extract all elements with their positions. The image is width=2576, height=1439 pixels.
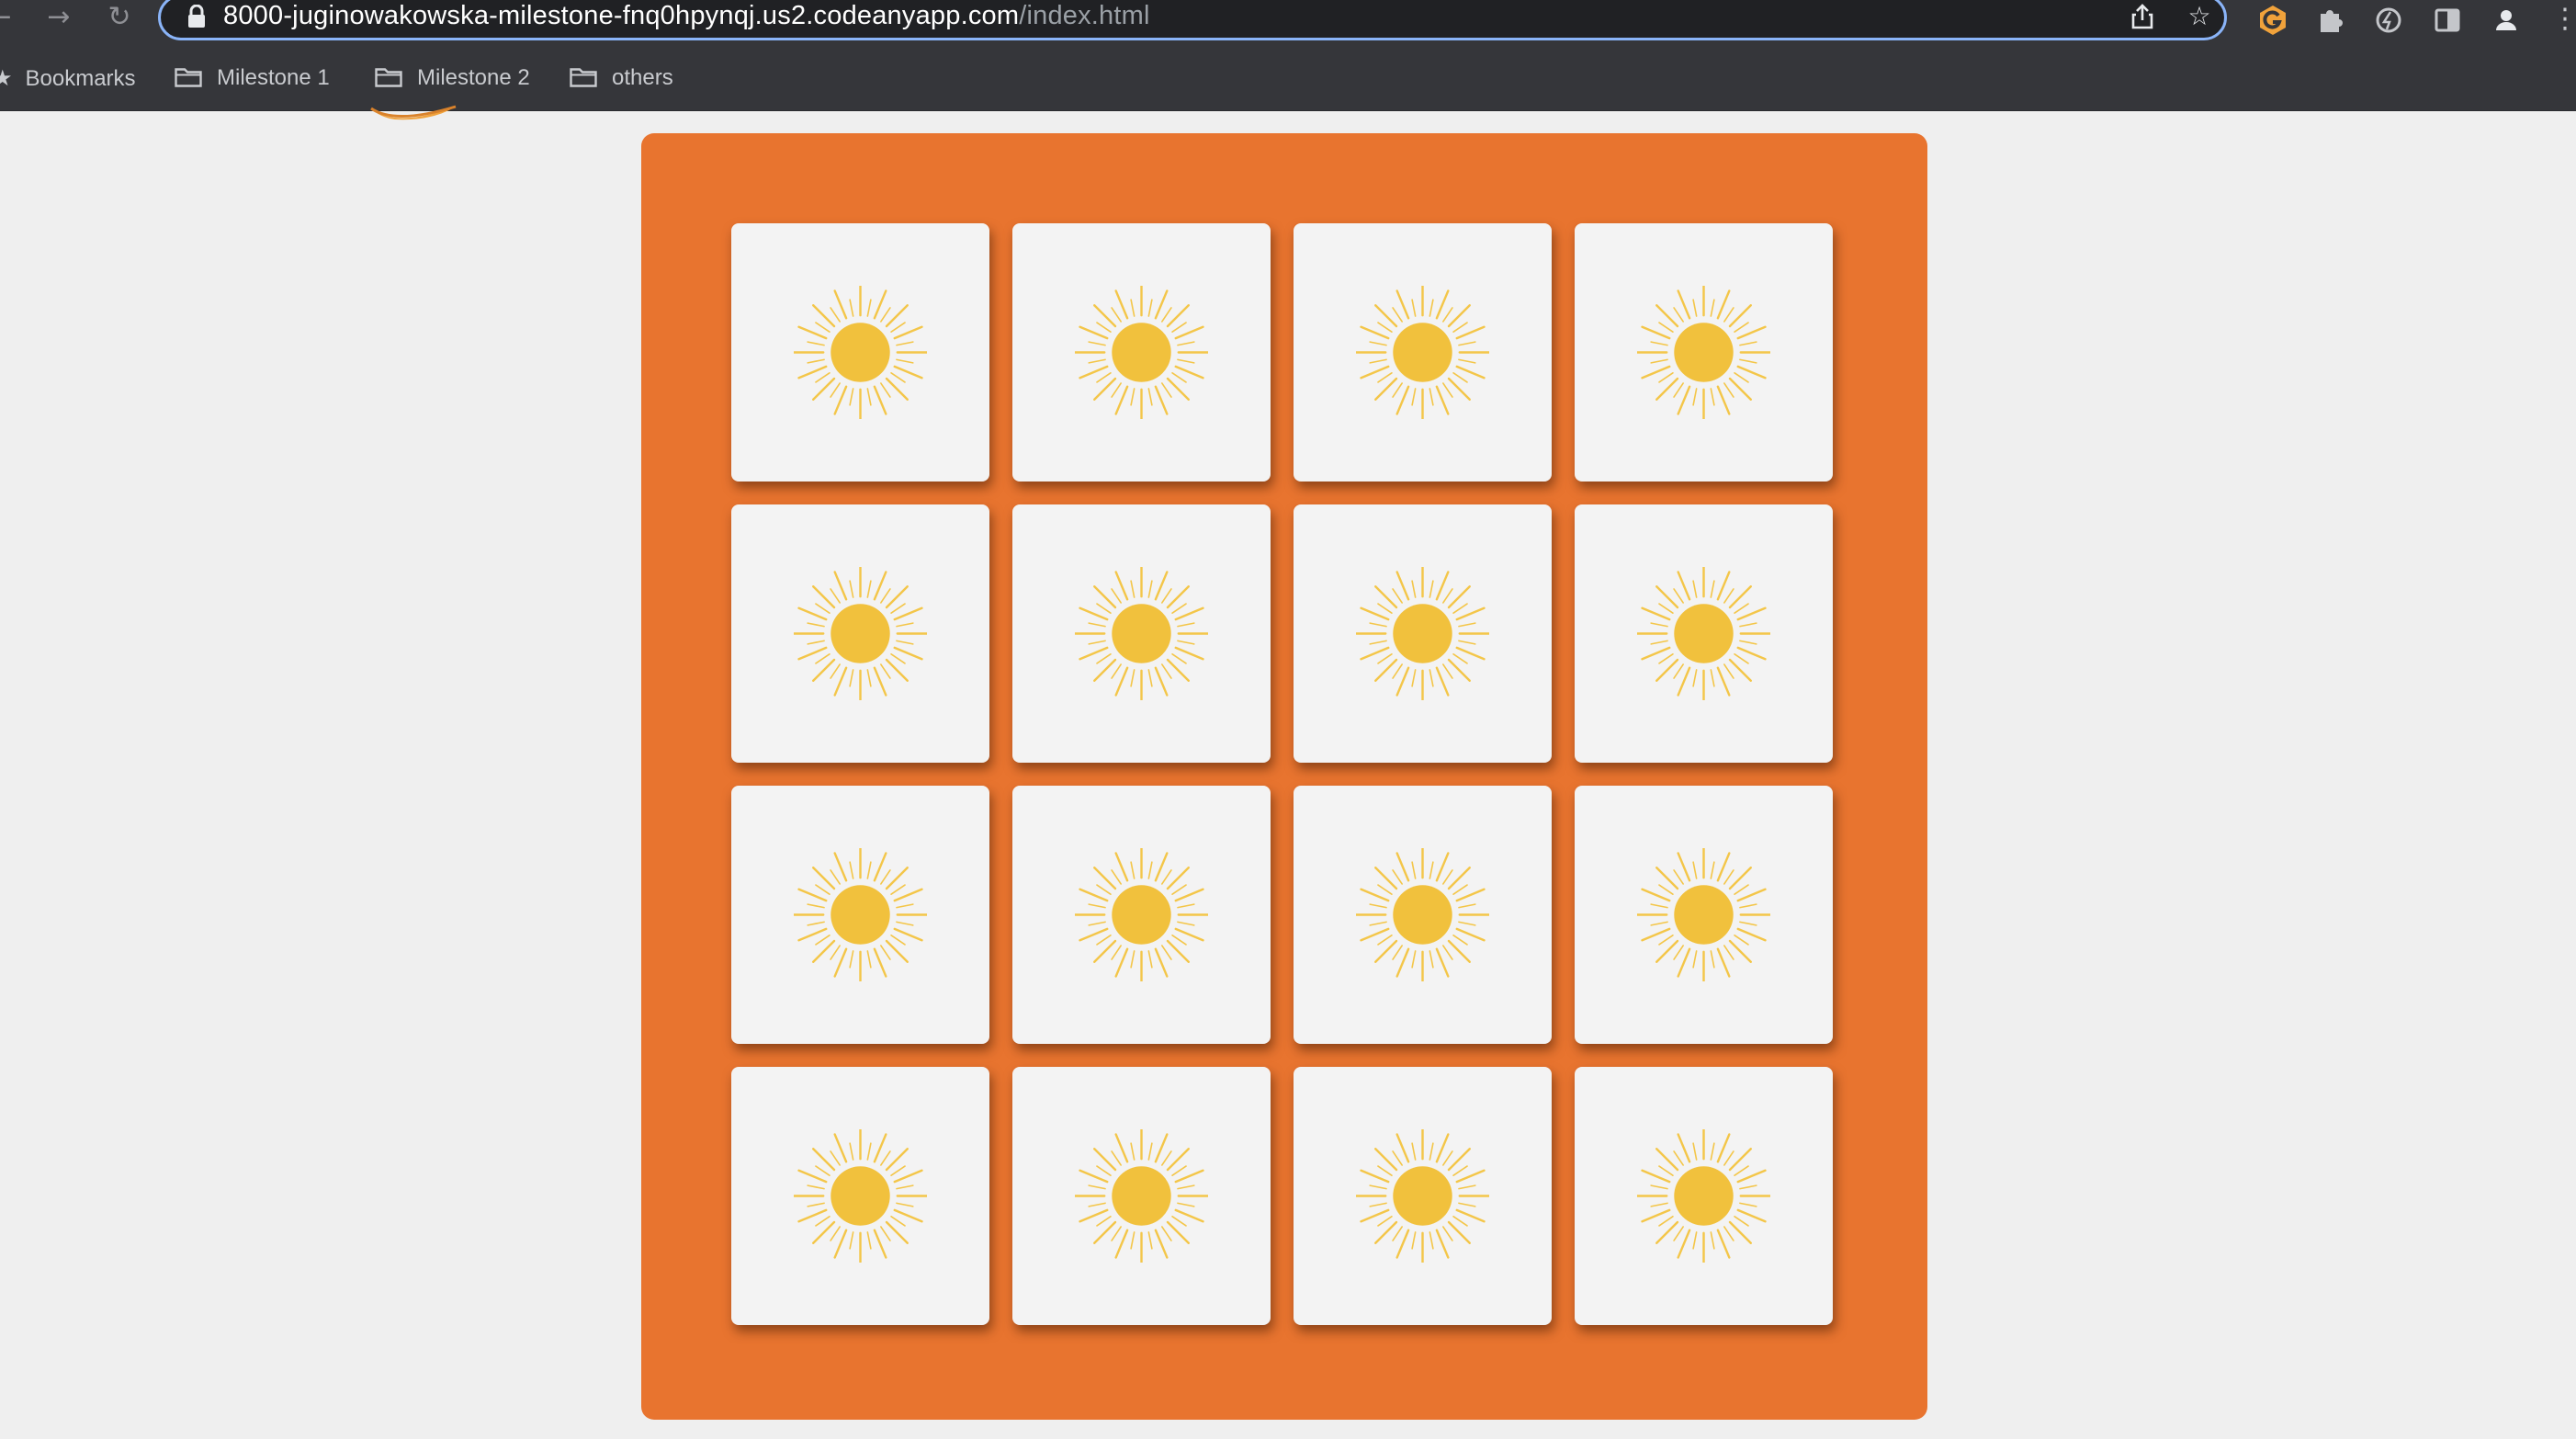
star-icon: ★ (0, 65, 13, 91)
sun-icon (1637, 848, 1770, 981)
address-bar[interactable]: 8000-juginowakowska-milestone-fnq0hpynqj… (158, 0, 2227, 40)
memory-card[interactable] (1012, 504, 1271, 763)
back-icon[interactable]: ← (0, 0, 18, 37)
memory-card[interactable] (731, 223, 989, 482)
sun-icon (1637, 286, 1770, 419)
bookmark-star-icon[interactable]: ☆ (2184, 1, 2215, 32)
bookmark-label: others (612, 65, 673, 90)
url-path: /index.html (1019, 1, 1150, 30)
memory-card[interactable] (1294, 223, 1552, 482)
url-text: 8000-juginowakowska-milestone-fnq0hpynqj… (223, 0, 1150, 31)
memory-card[interactable] (1575, 1067, 1833, 1325)
extension-g-icon[interactable] (2254, 2, 2291, 39)
memory-card[interactable] (1575, 223, 1833, 482)
memory-card[interactable] (1294, 1067, 1552, 1325)
bookmark-item-milestone-2[interactable]: Milestone 2 (375, 40, 530, 110)
folder-icon (375, 68, 402, 87)
memory-card[interactable] (1012, 223, 1271, 482)
sun-icon (794, 848, 927, 981)
sun-icon (1356, 848, 1489, 981)
sun-icon (794, 567, 927, 700)
memory-card[interactable] (1012, 786, 1271, 1044)
forward-icon[interactable]: → (40, 0, 77, 37)
memory-card[interactable] (1012, 1067, 1271, 1325)
bookmark-label: Milestone 1 (217, 65, 330, 90)
sun-icon (1356, 1129, 1489, 1263)
performance-icon[interactable] (2370, 2, 2407, 39)
sun-icon (1075, 286, 1208, 419)
sun-icon (1356, 286, 1489, 419)
memory-card[interactable] (731, 786, 989, 1044)
bookmark-label: Milestone 2 (417, 65, 530, 90)
folder-icon (175, 68, 202, 87)
menu-kebab-icon[interactable]: ⋮ (2547, 2, 2576, 39)
browser-toolbar: ← → ↻ 8000-juginowakowska-milestone-fnq0… (0, 0, 2576, 40)
folder-icon (570, 68, 597, 87)
bookmark-item-others[interactable]: others (570, 40, 673, 110)
sun-icon (1637, 1129, 1770, 1263)
sun-icon (794, 286, 927, 419)
bookmark-item-milestone-1[interactable]: Milestone 1 (175, 40, 330, 110)
sun-icon (1075, 1129, 1208, 1263)
side-panel-icon[interactable] (2429, 2, 2466, 39)
sun-icon (1356, 567, 1489, 700)
game-board (641, 133, 1927, 1420)
puzzle-extensions-icon[interactable] (2311, 2, 2348, 39)
sun-icon (1075, 848, 1208, 981)
bookmark-label: Bookmarks (25, 66, 136, 91)
bookmark-item-bookmarks[interactable]: ★ Bookmarks (0, 40, 136, 110)
memory-card[interactable] (1575, 504, 1833, 763)
reload-icon[interactable]: ↻ (101, 0, 138, 37)
profile-icon[interactable] (2488, 2, 2525, 39)
memory-card[interactable] (1294, 504, 1552, 763)
logo-fragment (370, 105, 457, 120)
memory-card[interactable] (1294, 786, 1552, 1044)
sun-icon (794, 1129, 927, 1263)
share-icon[interactable] (2127, 1, 2158, 32)
url-host: 8000-juginowakowska-milestone-fnq0hpynqj… (223, 1, 1020, 30)
memory-card[interactable] (1575, 786, 1833, 1044)
lock-icon (188, 5, 205, 28)
memory-card[interactable] (731, 1067, 989, 1325)
sun-icon (1637, 567, 1770, 700)
sun-icon (1075, 567, 1208, 700)
memory-card[interactable] (731, 504, 989, 763)
